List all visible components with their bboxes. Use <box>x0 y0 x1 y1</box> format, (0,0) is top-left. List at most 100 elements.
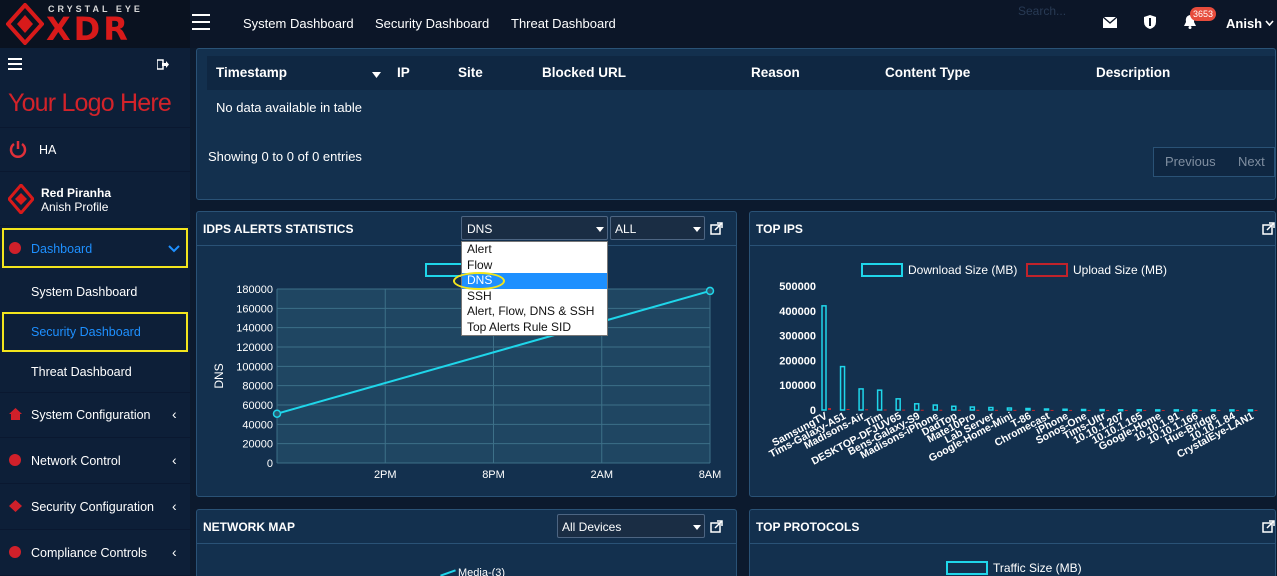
external-link-icon[interactable] <box>710 520 723 533</box>
bar-download <box>858 388 864 411</box>
menu-toggle-icon[interactable] <box>192 14 210 30</box>
dropdown-option-top-alerts[interactable]: Top Alerts Rule SID <box>462 320 607 336</box>
previous-button[interactable]: Previous <box>1165 154 1216 169</box>
chevron-down-icon[interactable] <box>1265 20 1274 26</box>
bar-upload <box>1069 409 1073 411</box>
dropdown-option-all[interactable]: Alert, Flow, DNS & SSH <box>462 304 607 320</box>
y-tick-label: 160000 <box>236 303 273 315</box>
sidebar-item-system-configuration-label: System Configuration <box>31 408 151 422</box>
caret-down-icon <box>693 525 701 530</box>
column-site[interactable]: Site <box>458 65 483 80</box>
sidebar-menu-icon[interactable] <box>8 58 22 70</box>
idps-scope-select-value: ALL <box>615 222 637 236</box>
chevron-left-icon: ‹ <box>172 452 177 468</box>
top-protocols-title: TOP PROTOCOLS <box>756 520 860 534</box>
sidebar-item-dashboard[interactable] <box>2 228 188 268</box>
sort-desc-icon[interactable] <box>372 72 381 78</box>
y-tick-label: 120000 <box>236 342 273 354</box>
y-tick-label: 500000 <box>779 281 816 293</box>
y-tick-label: 180000 <box>236 284 273 296</box>
bar-upload <box>957 409 961 411</box>
bar-upload <box>828 408 831 410</box>
column-content-type[interactable]: Content Type <box>885 65 970 80</box>
topnav-security-dashboard[interactable]: Security Dashboard <box>375 16 489 31</box>
chevron-left-icon: ‹ <box>172 498 177 514</box>
y-axis-label: DNS <box>212 363 226 388</box>
bar-upload <box>976 409 980 411</box>
external-link-icon[interactable] <box>710 222 723 235</box>
legend-download-swatch[interactable] <box>861 263 903 277</box>
divider <box>750 543 1275 544</box>
bar-upload <box>939 409 943 411</box>
x-tick-label: 8AM <box>699 469 722 481</box>
x-tick-label: 2AM <box>590 469 613 481</box>
search-input[interactable]: Search... <box>1018 4 1066 18</box>
brand-logo[interactable]: CRYSTAL EYE XDR <box>0 0 190 48</box>
column-timestamp[interactable]: Timestamp <box>216 65 287 80</box>
legend-traffic-swatch[interactable] <box>946 561 988 575</box>
y-tick-label: 60000 <box>242 400 273 412</box>
bar-upload <box>994 409 998 411</box>
chevron-left-icon: ‹ <box>172 406 177 422</box>
bar-upload <box>1161 409 1165 411</box>
logout-icon[interactable] <box>157 59 169 70</box>
divider <box>197 543 736 544</box>
y-tick-label: 100000 <box>779 380 816 392</box>
next-button[interactable]: Next <box>1238 154 1265 169</box>
notification-badge: 3653 <box>1190 7 1217 21</box>
device-filter-value: All Devices <box>562 520 622 534</box>
user-menu[interactable]: Anish <box>1226 16 1262 31</box>
bar-upload <box>1180 409 1184 411</box>
home-icon <box>9 408 22 420</box>
idps-type-select-value: DNS <box>467 222 493 236</box>
bar-upload <box>1106 409 1110 411</box>
data-point <box>705 286 715 296</box>
sidebar-sub-threat-dashboard[interactable]: Threat Dashboard <box>31 365 132 379</box>
bar-download <box>876 389 883 411</box>
sidebar-sub-system-dashboard[interactable]: System Dashboard <box>31 285 137 299</box>
brand-big-text: XDR <box>46 10 131 48</box>
legend-upload-swatch[interactable] <box>1026 263 1068 277</box>
external-link-icon[interactable] <box>1262 520 1275 533</box>
legend-upload-label: Upload Size (MB) <box>1073 263 1168 277</box>
column-ip[interactable]: IP <box>397 65 410 80</box>
column-blocked-url[interactable]: Blocked URL <box>542 65 626 80</box>
bar-upload <box>1217 409 1221 411</box>
external-link-icon[interactable] <box>1262 222 1275 235</box>
compliance-icon <box>9 546 21 558</box>
dropdown-option-flow[interactable]: Flow <box>462 258 607 274</box>
bar-upload <box>1254 409 1258 411</box>
custom-logo-text: Your Logo Here <box>8 89 172 117</box>
top-ips-bar-chart: 0100000200000300000400000500000SamsungTV… <box>767 281 1258 468</box>
chevron-down-icon[interactable] <box>168 245 180 253</box>
device-filter-select[interactable]: All Devices <box>557 514 705 538</box>
security-icon <box>9 500 22 512</box>
power-icon <box>9 141 27 158</box>
y-tick-label: 300000 <box>779 331 816 343</box>
idps-scope-select[interactable]: ALL <box>610 216 705 240</box>
network-node-label: Media-(3) <box>458 567 506 576</box>
mail-icon[interactable] <box>1103 17 1117 28</box>
network-map-title: NETWORK MAP <box>203 520 295 534</box>
network-icon <box>9 454 21 466</box>
dns-highlight-circle <box>453 272 505 290</box>
dropdown-option-ssh[interactable]: SSH <box>462 289 607 305</box>
bar-upload <box>1087 409 1091 411</box>
bar-download <box>932 404 938 411</box>
x-tick-label: 2PM <box>374 469 397 481</box>
idps-type-select[interactable]: DNS <box>461 216 608 240</box>
column-reason[interactable]: Reason <box>751 65 800 80</box>
bar-upload <box>1124 409 1128 411</box>
topnav-threat-dashboard[interactable]: Threat Dashboard <box>511 16 616 31</box>
column-description[interactable]: Description <box>1096 65 1170 80</box>
sidebar-item-compliance-controls-label: Compliance Controls <box>31 546 148 560</box>
y-tick-label: 0 <box>267 458 273 470</box>
sidebar-item-ha[interactable] <box>0 128 190 172</box>
sidebar-item-ha-label: HA <box>39 143 57 157</box>
shield-icon[interactable] <box>1144 15 1156 29</box>
topnav-system-dashboard[interactable]: System Dashboard <box>243 16 354 31</box>
bar-upload <box>1050 409 1054 411</box>
bar-download <box>839 365 846 411</box>
dropdown-option-alert[interactable]: Alert <box>462 242 607 258</box>
bar-upload <box>1198 409 1202 411</box>
